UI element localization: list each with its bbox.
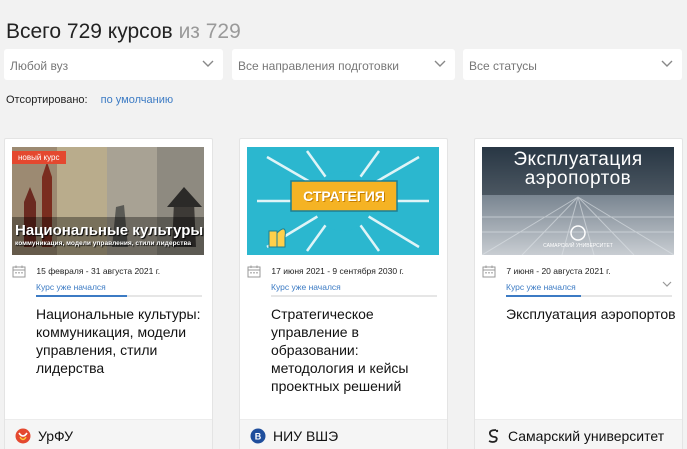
status-select[interactable]: Все статусы [463,49,682,80]
course-card-footer: В НИУ ВШЭ [240,419,447,449]
course-status: Курс уже начался [271,282,341,292]
course-name[interactable]: Эксплуатация аэропортов [506,305,676,323]
university-name[interactable]: Самарский университет [508,428,664,444]
cover-subtitle: коммуникация, модели управления, стили л… [15,240,192,247]
svg-text:В: В [255,432,262,442]
course-card[interactable]: новый курс Национальные культуры: коммун… [4,138,213,449]
cover-title: СТРАТЕГИЯ [303,188,385,204]
course-name[interactable]: Стратегическое управление в образовании:… [271,305,441,395]
course-dates: 15 февраля - 31 августа 2021 г. [12,265,160,278]
course-cover-image[interactable]: новый курс Национальные культуры: коммун… [12,147,204,255]
course-status: Курс уже начался [506,282,576,292]
university-select[interactable]: Любой вуз [4,49,223,80]
course-cover-image[interactable]: Эксплуатация аэропортов САМАРСКИЙ УНИВЕР… [482,147,674,255]
course-cover-image[interactable]: СТРАТЕГИЯ [247,147,439,255]
course-progress-fill [36,295,128,297]
course-card[interactable]: Эксплуатация аэропортов САМАРСКИЙ УНИВЕР… [474,138,683,449]
direction-select[interactable]: Все направления подготовки [232,49,455,80]
course-card[interactable]: СТРАТЕГИЯ 17 июня 2021 - 9 сентября 2030… [239,138,448,449]
hse-logo-icon: В [250,428,266,444]
university-name[interactable]: НИУ ВШЭ [273,428,338,444]
course-card-footer: Самарский университет [475,419,682,449]
course-dates-text: 15 февраля - 31 августа 2021 г. [36,265,161,276]
course-count-title: Всего 729 курсов [6,20,173,43]
course-total: из 729 [178,20,241,43]
cover-title: Национальные культуры: [15,222,204,239]
cover-logo-text: САМАРСКИЙ УНИВЕРСИТЕТ [543,243,613,249]
course-name[interactable]: Национальные культуры: коммуникация, мод… [36,305,206,377]
course-progress-fill [506,295,581,297]
course-dates: 7 июня - 20 августа 2021 г. [482,265,611,278]
direction-select-label: Все направления подготовки [238,59,399,73]
new-course-badge: новый курс [12,151,66,164]
filters-bar: Любой вуз Все направления подготовки Все… [4,49,684,80]
urfu-logo-icon [15,428,31,444]
page-title: Всего 729 курсов из 729 [6,20,241,44]
status-select-label: Все статусы [469,59,537,73]
university-name[interactable]: УрФУ [38,428,73,444]
calendar-icon [247,265,261,278]
sort-value-link[interactable]: по умолчанию [101,94,173,106]
course-card-footer: УрФУ [5,419,212,449]
calendar-icon [482,265,496,278]
university-select-label: Любой вуз [10,59,69,73]
samara-logo-icon [488,429,499,443]
course-progress-bar [36,295,202,297]
course-status: Курс уже начался [36,282,106,292]
chevron-down-icon [202,60,214,67]
chevron-down-icon [661,60,673,67]
course-progress-bar [271,295,437,297]
calendar-icon [12,265,26,278]
course-progress-bar [506,295,672,297]
course-dates-text: 7 июня - 20 августа 2021 г. [506,265,611,276]
course-dates: 17 июня 2021 - 9 сентября 2030 г. [247,265,404,278]
sort-label: Отсортировано: [6,94,88,106]
sort-line: Отсортировано: по умолчанию [6,94,173,106]
cover-title: Эксплуатация аэропортов [513,149,643,189]
course-dates-text: 17 июня 2021 - 9 сентября 2030 г. [271,265,404,276]
chevron-down-icon [434,60,446,67]
chevron-down-icon[interactable] [662,280,672,288]
